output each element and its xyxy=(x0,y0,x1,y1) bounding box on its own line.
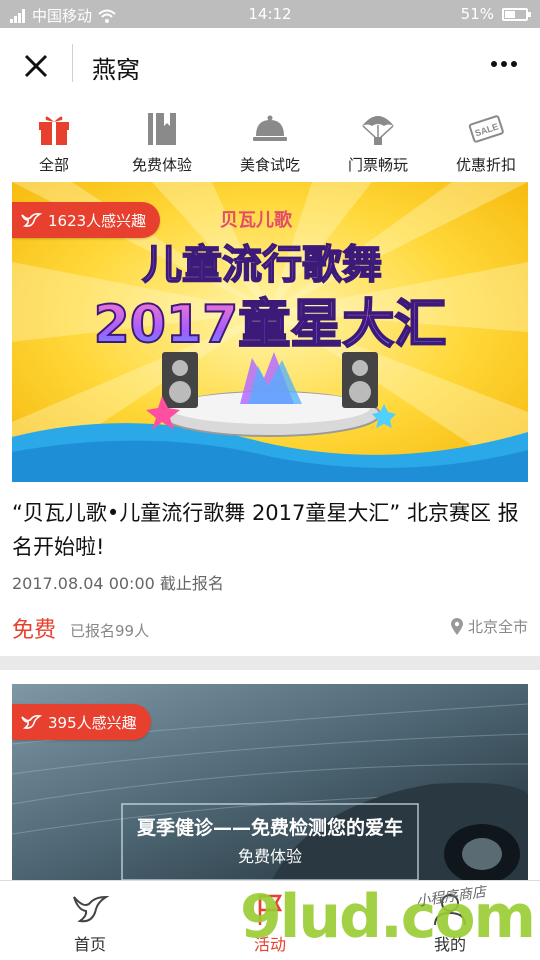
event-banner[interactable]: 夏季健诊——免费检测您的爱车 免费体验 395人感兴趣 xyxy=(12,684,528,880)
nav-divider xyxy=(72,44,73,82)
book-icon xyxy=(148,113,176,145)
interest-badge: 395人感兴趣 xyxy=(12,704,151,740)
food-cloche-icon xyxy=(253,115,287,141)
bird-icon xyxy=(21,715,42,729)
more-menu-button[interactable] xyxy=(486,50,522,78)
tab-home[interactable]: 首页 xyxy=(0,881,180,960)
event-banner[interactable]: 贝瓦儿歌 儿童流行歌舞 2017童星大汇 1623人感兴趣 xyxy=(12,182,528,482)
event-deadline: 2017.08.04 00:00 截止报名 xyxy=(12,574,224,593)
activity-flag-icon xyxy=(258,894,283,925)
banner-headline-2: 2017童星大汇 xyxy=(94,295,447,355)
battery-percent: 51% xyxy=(460,5,494,23)
event-title[interactable]: “贝瓦儿歌•儿童流行歌舞 2017童星大汇” 北京赛区 报名开始啦! xyxy=(12,496,528,564)
category-discount[interactable]: SALE 优惠折扣 xyxy=(432,100,540,180)
tab-bar: 首页 活动 我的 xyxy=(0,880,540,960)
user-icon xyxy=(434,894,466,926)
clock: 14:12 xyxy=(248,5,292,23)
home-bird-icon xyxy=(73,895,110,923)
parachute-icon xyxy=(362,116,394,145)
tab-activity[interactable]: 活动 xyxy=(180,881,360,960)
gift-icon xyxy=(39,116,69,145)
category-food-tasting[interactable]: 美食试吃 xyxy=(216,100,324,180)
interest-badge: 1623人感兴趣 xyxy=(12,202,161,238)
status-right: 51% xyxy=(460,5,531,23)
location-pin-icon xyxy=(450,617,463,635)
category-label: 全部 xyxy=(38,156,69,174)
category-label: 优惠折扣 xyxy=(455,156,516,174)
category-all[interactable]: 全部 xyxy=(0,100,108,180)
page-title: 燕窝 xyxy=(92,56,140,84)
close-icon[interactable] xyxy=(18,48,54,84)
banner-headline-1: 夏季健诊——免费检测您的爱车 xyxy=(137,816,403,839)
signup-count: 已报名99人 xyxy=(70,622,150,640)
tab-label: 首页 xyxy=(73,935,106,954)
battery-icon xyxy=(502,7,531,21)
category-label: 免费体验 xyxy=(131,156,192,174)
more-dot xyxy=(501,61,507,67)
sale-tag-icon: SALE xyxy=(468,115,504,143)
category-bar: 全部 免费体验 美食试吃 门票畅玩 SALE 优惠折扣 xyxy=(0,100,540,180)
category-tickets[interactable]: 门票畅玩 xyxy=(324,100,432,180)
interest-count: 395人感兴趣 xyxy=(48,713,137,732)
interest-count: 1623人感兴趣 xyxy=(48,211,147,230)
category-label: 美食试吃 xyxy=(239,156,300,174)
navigation-bar: 燕窝 xyxy=(0,28,540,100)
tab-label: 活动 xyxy=(253,935,286,954)
banner-headline-1: 儿童流行歌舞 xyxy=(142,242,382,288)
category-label: 门票畅玩 xyxy=(347,156,408,174)
banner-headline-2: 免费体验 xyxy=(238,847,302,866)
tab-mine[interactable]: 我的 xyxy=(360,881,540,960)
banner-logo-text: 贝瓦儿歌 xyxy=(220,209,293,231)
bird-icon xyxy=(21,213,42,227)
more-dot xyxy=(491,61,497,67)
tab-label: 我的 xyxy=(433,935,466,954)
status-bar: 中国移动 14:12 51% xyxy=(0,0,540,28)
location-label: 北京全市 xyxy=(467,618,528,636)
category-free-trial[interactable]: 免费体验 xyxy=(108,100,216,180)
event-price: 免费 xyxy=(12,618,57,643)
event-card[interactable]: 贝瓦儿歌 儿童流行歌舞 2017童星大汇 1623人感兴趣 “贝瓦儿歌•儿童流行… xyxy=(0,180,540,656)
event-card[interactable]: 夏季健诊——免费检测您的爱车 免费体验 395人感兴趣 xyxy=(0,670,540,880)
event-location: 北京全市 xyxy=(450,616,528,637)
more-dot xyxy=(511,61,517,67)
